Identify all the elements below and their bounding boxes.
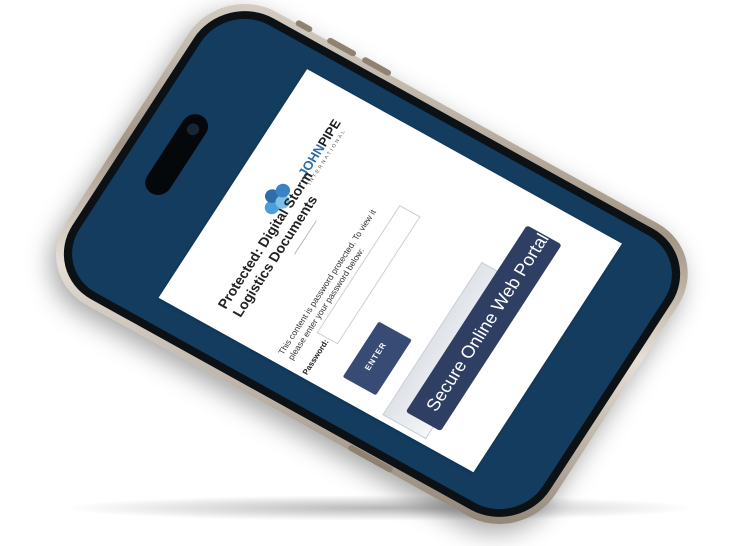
camera-icon	[184, 121, 202, 138]
login-card: JOHNPIPE INTERNATIONAL Protected: Digita…	[158, 69, 622, 473]
floor-shadow	[60, 495, 700, 521]
phone-mockup: JOHNPIPE INTERNATIONAL Protected: Digita…	[32, 0, 712, 546]
enter-button-label: ENTER	[362, 340, 389, 372]
dynamic-island	[140, 109, 214, 200]
secure-portal-badge: Secure Online Web Portal	[405, 225, 562, 432]
